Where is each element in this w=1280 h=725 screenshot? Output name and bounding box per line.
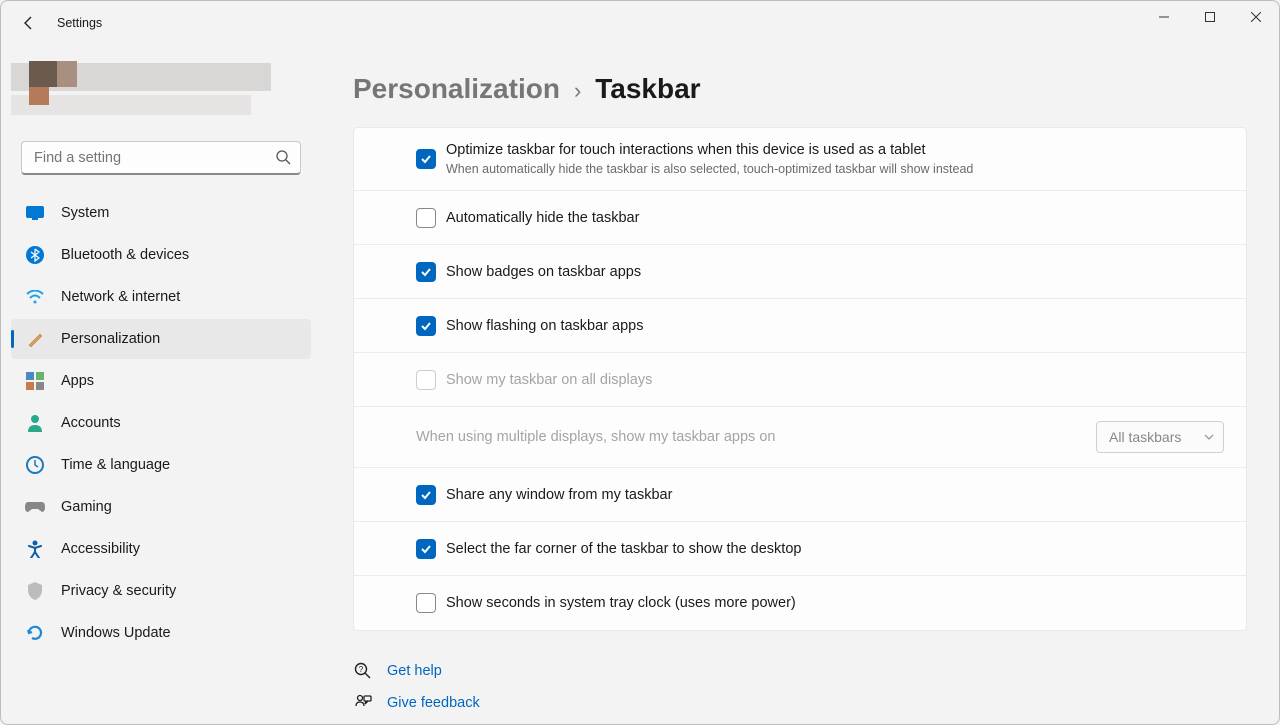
minimize-button[interactable] — [1141, 1, 1187, 33]
sidebar-item-label: Time & language — [61, 457, 170, 473]
sidebar-item-gaming[interactable]: Gaming — [11, 487, 311, 527]
setting-auto-hide[interactable]: Automatically hide the taskbar — [354, 191, 1246, 245]
setting-label: Select the far corner of the taskbar to … — [446, 541, 801, 557]
title-bar: Settings — [1, 1, 1279, 45]
app-title: Settings — [57, 16, 102, 30]
get-help-link[interactable]: ? Get help — [353, 661, 1247, 681]
checkbox-share-window[interactable] — [416, 485, 436, 505]
setting-label: Show seconds in system tray clock (uses … — [446, 595, 796, 611]
clock-globe-icon — [25, 455, 45, 475]
setting-label: Show my taskbar on all displays — [446, 372, 652, 388]
window-controls — [1141, 1, 1279, 33]
checkbox-show-seconds[interactable] — [416, 593, 436, 613]
setting-optimize-touch[interactable]: Optimize taskbar for touch interactions … — [354, 128, 1246, 191]
maximize-button[interactable] — [1187, 1, 1233, 33]
maximize-icon — [1205, 12, 1215, 22]
shield-icon — [25, 581, 45, 601]
close-icon — [1251, 12, 1261, 22]
paintbrush-icon — [25, 329, 45, 349]
sidebar-item-apps[interactable]: Apps — [11, 361, 311, 401]
system-icon — [25, 203, 45, 223]
breadcrumb-parent[interactable]: Personalization — [353, 73, 560, 105]
link-text: Give feedback — [387, 695, 480, 711]
setting-label: When using multiple displays, show my ta… — [416, 429, 775, 445]
link-text: Get help — [387, 663, 442, 679]
update-icon — [25, 623, 45, 643]
footer-links: ? Get help Give feedback — [353, 661, 1247, 713]
sidebar-item-label: Accessibility — [61, 541, 140, 557]
setting-label: Share any window from my taskbar — [446, 487, 672, 503]
setting-share-window[interactable]: Share any window from my taskbar — [354, 468, 1246, 522]
sidebar-item-label: Personalization — [61, 331, 160, 347]
help-icon: ? — [353, 661, 373, 681]
minimize-icon — [1159, 12, 1169, 22]
sidebar-item-time-language[interactable]: Time & language — [11, 445, 311, 485]
setting-label: Show badges on taskbar apps — [446, 264, 641, 280]
sidebar-item-privacy[interactable]: Privacy & security — [11, 571, 311, 611]
gamepad-icon — [25, 497, 45, 517]
sidebar-item-accessibility[interactable]: Accessibility — [11, 529, 311, 569]
setting-label: Automatically hide the taskbar — [446, 210, 639, 226]
sidebar-item-label: Accounts — [61, 415, 121, 431]
search-container — [21, 141, 301, 175]
checkbox-all-displays — [416, 370, 436, 390]
sidebar-item-label: Privacy & security — [61, 583, 176, 599]
sidebar-item-label: Bluetooth & devices — [61, 247, 189, 263]
checkbox-auto-hide[interactable] — [416, 208, 436, 228]
sidebar-item-windows-update[interactable]: Windows Update — [11, 613, 311, 653]
wifi-icon — [25, 287, 45, 307]
sidebar-item-network[interactable]: Network & internet — [11, 277, 311, 317]
setting-badges[interactable]: Show badges on taskbar apps — [354, 245, 1246, 299]
back-button[interactable] — [9, 3, 49, 43]
sidebar-item-label: Windows Update — [61, 625, 171, 641]
setting-label: Optimize taskbar for touch interactions … — [446, 142, 973, 158]
close-button[interactable] — [1233, 1, 1279, 33]
dropdown-multi-display: All taskbars — [1096, 421, 1224, 453]
svg-text:?: ? — [359, 665, 364, 674]
checkbox-badges[interactable] — [416, 262, 436, 282]
arrow-left-icon — [21, 15, 37, 31]
person-icon — [25, 413, 45, 433]
sidebar-item-label: Gaming — [61, 499, 112, 515]
apps-icon — [25, 371, 45, 391]
setting-all-displays: Show my taskbar on all displays — [354, 353, 1246, 407]
sidebar-item-label: Apps — [61, 373, 94, 389]
breadcrumb: Personalization › Taskbar — [353, 73, 1247, 105]
main-content: Personalization › Taskbar Optimize taskb… — [321, 45, 1279, 724]
checkbox-flashing[interactable] — [416, 316, 436, 336]
setting-label: Show flashing on taskbar apps — [446, 318, 644, 334]
sidebar: System Bluetooth & devices Network & int… — [1, 45, 321, 724]
search-icon[interactable] — [275, 149, 291, 165]
setting-far-corner[interactable]: Select the far corner of the taskbar to … — [354, 522, 1246, 576]
setting-flashing[interactable]: Show flashing on taskbar apps — [354, 299, 1246, 353]
sidebar-item-system[interactable]: System — [11, 193, 311, 233]
chevron-right-icon: › — [574, 78, 581, 104]
checkbox-optimize-touch[interactable] — [416, 149, 436, 169]
search-input[interactable] — [21, 141, 301, 175]
dropdown-value: All taskbars — [1109, 429, 1181, 445]
chevron-down-icon — [1203, 431, 1215, 443]
sidebar-hero-art — [11, 45, 311, 133]
sidebar-item-accounts[interactable]: Accounts — [11, 403, 311, 443]
sidebar-item-personalization[interactable]: Personalization — [11, 319, 311, 359]
sidebar-nav: System Bluetooth & devices Network & int… — [11, 189, 311, 659]
sidebar-item-label: System — [61, 205, 109, 221]
setting-sublabel: When automatically hide the taskbar is a… — [446, 162, 973, 176]
setting-show-seconds[interactable]: Show seconds in system tray clock (uses … — [354, 576, 1246, 630]
give-feedback-link[interactable]: Give feedback — [353, 693, 1247, 713]
taskbar-behaviors-panel: Optimize taskbar for touch interactions … — [353, 127, 1247, 631]
accessibility-icon — [25, 539, 45, 559]
bluetooth-icon — [25, 245, 45, 265]
sidebar-item-bluetooth[interactable]: Bluetooth & devices — [11, 235, 311, 275]
breadcrumb-current: Taskbar — [595, 73, 700, 105]
checkbox-far-corner[interactable] — [416, 539, 436, 559]
sidebar-item-label: Network & internet — [61, 289, 180, 305]
feedback-icon — [353, 693, 373, 713]
setting-multi-display-apps: When using multiple displays, show my ta… — [354, 407, 1246, 468]
